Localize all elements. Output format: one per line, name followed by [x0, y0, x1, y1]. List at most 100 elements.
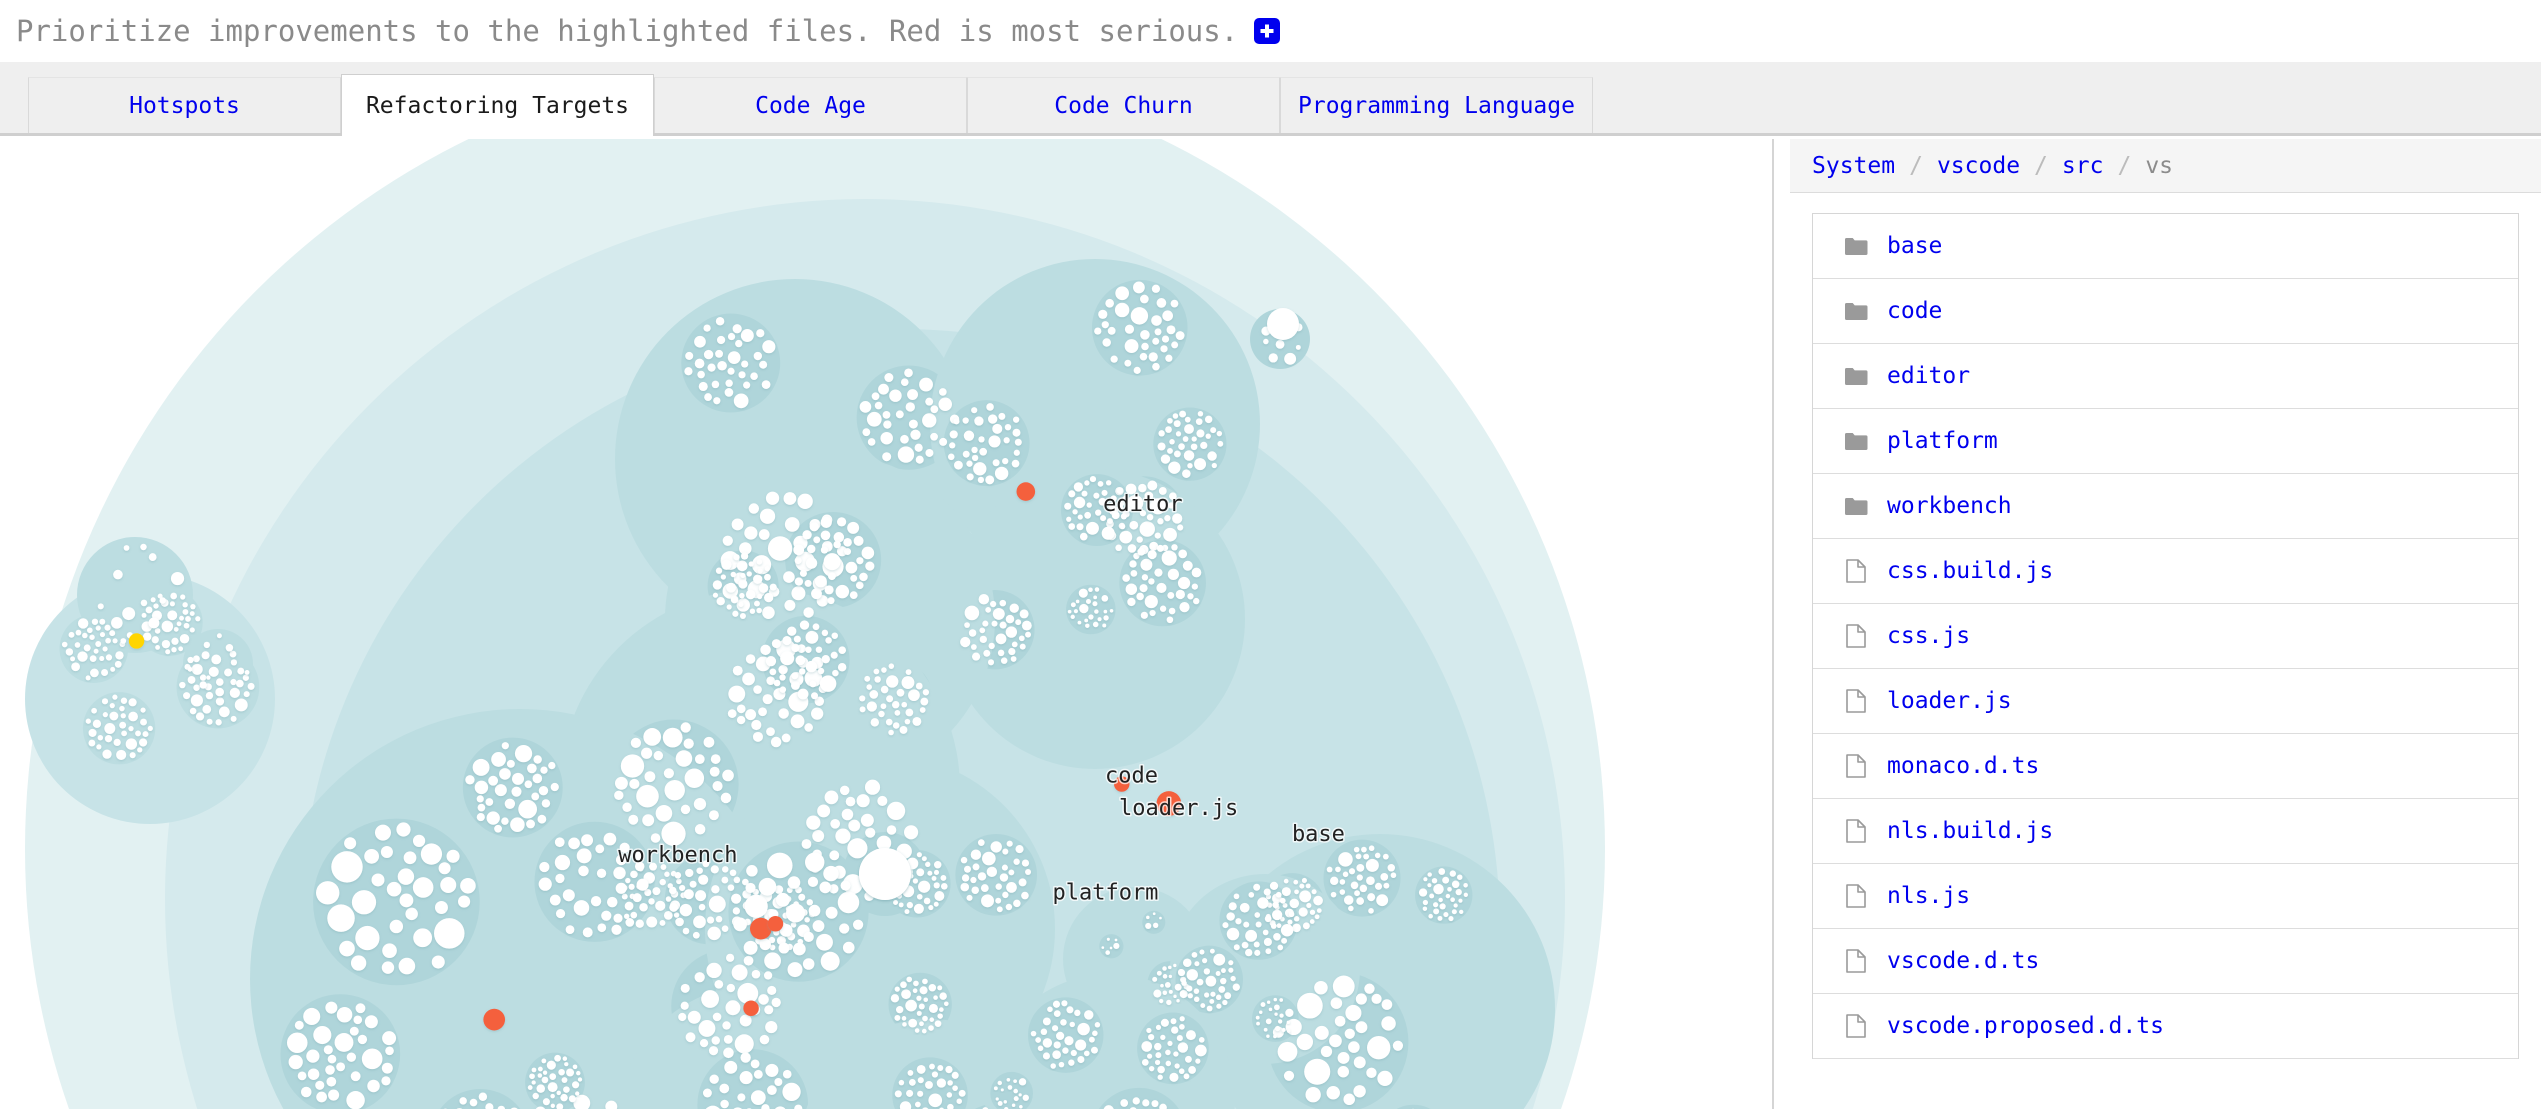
file-leaf-circle[interactable]	[750, 1090, 766, 1105]
file-leaf-circle[interactable]	[913, 980, 919, 987]
file-leaf-circle[interactable]	[842, 941, 855, 954]
file-leaf-circle[interactable]	[1342, 871, 1349, 878]
file-leaf-circle[interactable]	[985, 607, 992, 613]
file-leaf-circle[interactable]	[663, 768, 674, 779]
file-leaf-circle[interactable]	[382, 943, 397, 958]
file-leaf-circle[interactable]	[90, 668, 99, 678]
file-leaf-circle[interactable]	[1286, 1029, 1291, 1033]
file-leaf-circle[interactable]	[1152, 337, 1160, 345]
file-leaf-circle[interactable]	[1167, 568, 1179, 581]
file-leaf-circle[interactable]	[230, 659, 238, 666]
file-leaf-circle[interactable]	[1157, 1074, 1163, 1080]
file-leaf-circle[interactable]	[1035, 1037, 1042, 1043]
file-leaf-circle[interactable]	[1076, 523, 1084, 531]
file-leaf-circle[interactable]	[905, 402, 915, 412]
file-leaf-circle[interactable]	[434, 918, 465, 949]
file-leaf-circle[interactable]	[758, 529, 770, 540]
file-leaf-circle[interactable]	[1064, 502, 1072, 510]
file-leaf-circle[interactable]	[1387, 864, 1396, 872]
file-leaf-circle[interactable]	[155, 644, 160, 650]
file-leaf-circle[interactable]	[187, 656, 194, 664]
file-leaf-circle[interactable]	[1163, 527, 1177, 542]
file-leaf-circle[interactable]	[1084, 618, 1089, 623]
file-leaf-circle[interactable]	[99, 618, 106, 625]
file-leaf-circle[interactable]	[1152, 976, 1158, 982]
file-leaf-circle[interactable]	[527, 763, 537, 774]
file-leaf-circle[interactable]	[1316, 908, 1322, 913]
file-leaf-circle[interactable]	[830, 651, 838, 659]
file-leaf-circle[interactable]	[953, 460, 963, 470]
file-leaf-circle[interactable]	[1367, 1036, 1391, 1060]
file-leaf-circle[interactable]	[811, 588, 822, 600]
file-leaf-circle[interactable]	[230, 678, 237, 686]
file-leaf-circle[interactable]	[1277, 1041, 1298, 1062]
file-leaf-circle[interactable]	[698, 381, 708, 392]
file-leaf-circle[interactable]	[779, 686, 787, 693]
file-leaf-circle[interactable]	[1006, 840, 1013, 847]
file-leaf-circle[interactable]	[939, 1007, 944, 1012]
file-leaf-circle[interactable]	[933, 869, 940, 875]
file-leaf-circle[interactable]	[300, 1086, 312, 1098]
file-leaf-circle[interactable]	[179, 633, 190, 644]
file-leaf-circle[interactable]	[1004, 423, 1012, 431]
file-leaf-circle[interactable]	[931, 875, 937, 881]
file-leaf-circle[interactable]	[1179, 1016, 1185, 1022]
file-leaf-circle[interactable]	[1088, 587, 1093, 592]
file-leaf-circle[interactable]	[930, 405, 939, 414]
file-leaf-circle[interactable]	[918, 1003, 925, 1010]
file-leaf-circle[interactable]	[715, 567, 723, 574]
file-leaf-circle[interactable]	[582, 927, 593, 938]
file-leaf-circle[interactable]	[689, 880, 697, 888]
file-leaf-circle[interactable]	[905, 669, 912, 676]
file-leaf-circle[interactable]	[1193, 988, 1200, 994]
file-leaf-circle[interactable]	[992, 607, 1005, 620]
file-leaf-circle[interactable]	[1338, 852, 1353, 867]
file-leaf-circle[interactable]	[934, 890, 945, 901]
file-leaf-circle[interactable]	[856, 557, 864, 565]
file-leaf-circle[interactable]	[859, 572, 868, 582]
file-leaf-circle[interactable]	[85, 718, 91, 724]
file-leaf-circle[interactable]	[816, 933, 833, 951]
file-leaf-circle[interactable]	[1209, 948, 1215, 954]
file-leaf-circle[interactable]	[1058, 1061, 1065, 1068]
file-leaf-circle[interactable]	[933, 995, 938, 1000]
file-leaf-circle[interactable]	[707, 926, 721, 941]
file-leaf-circle[interactable]	[474, 780, 489, 795]
file-leaf-circle[interactable]	[797, 688, 809, 700]
file-leaf-circle[interactable]	[1094, 327, 1102, 335]
file-leaf-circle[interactable]	[922, 689, 930, 696]
file-leaf-circle[interactable]	[894, 1090, 902, 1098]
file-leaf-circle[interactable]	[1314, 1025, 1329, 1040]
file-leaf-circle[interactable]	[991, 620, 998, 627]
file-leaf-circle[interactable]	[1094, 1022, 1101, 1028]
file-leaf-circle[interactable]	[506, 759, 515, 768]
file-leaf-circle[interactable]	[87, 627, 93, 634]
file-leaf-circle[interactable]	[1275, 339, 1285, 349]
file-leaf-circle[interactable]	[1166, 325, 1176, 335]
file-leaf-circle[interactable]	[1459, 909, 1464, 915]
file-leaf-circle[interactable]	[182, 602, 188, 608]
file-leaf-circle[interactable]	[540, 766, 548, 774]
file-leaf-circle[interactable]	[65, 648, 74, 656]
file-leaf-circle[interactable]	[815, 646, 823, 653]
file-leaf-circle[interactable]	[97, 603, 104, 610]
file-leaf-circle[interactable]	[921, 1028, 927, 1034]
file-leaf-circle[interactable]	[888, 663, 895, 669]
file-leaf-circle[interactable]	[1277, 1019, 1283, 1024]
file-leaf-circle[interactable]	[685, 868, 694, 878]
file-leaf-circle[interactable]	[1144, 594, 1158, 609]
file-leaf-circle[interactable]	[866, 411, 882, 427]
file-leaf-circle[interactable]	[550, 1093, 555, 1099]
file-leaf-circle[interactable]	[732, 324, 742, 334]
file-leaf-circle[interactable]	[1337, 1051, 1350, 1064]
file-leaf-circle[interactable]	[1448, 915, 1454, 922]
file-leaf-circle[interactable]	[1018, 878, 1027, 887]
file-leaf-circle[interactable]	[1092, 601, 1098, 607]
file-leaf-circle[interactable]	[1176, 999, 1180, 1003]
file-leaf-circle[interactable]	[1012, 416, 1020, 423]
file-leaf-circle[interactable]	[1288, 911, 1295, 918]
file-leaf-circle[interactable]	[1106, 937, 1110, 941]
file-leaf-circle[interactable]	[794, 556, 802, 565]
file-leaf-circle[interactable]	[860, 813, 874, 827]
file-leaf-circle[interactable]	[1155, 1052, 1162, 1059]
